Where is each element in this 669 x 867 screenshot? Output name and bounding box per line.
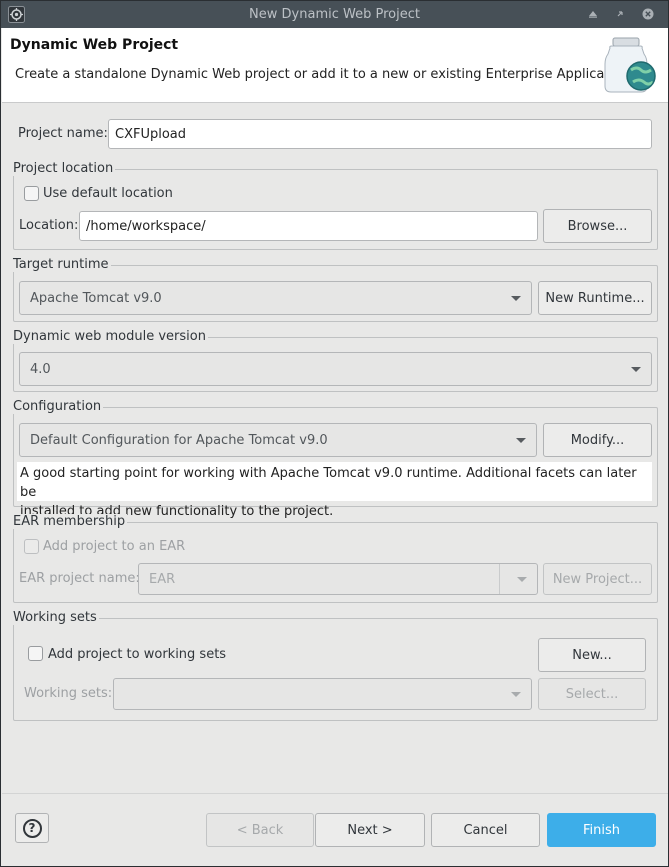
close-icon[interactable]: [640, 6, 656, 22]
dropdown-arrow-icon: [631, 367, 641, 372]
add-to-working-sets-checkbox[interactable]: [28, 646, 43, 661]
configuration-title: Configuration: [13, 399, 104, 414]
use-default-location-label: Use default location: [43, 186, 173, 201]
window-title: New Dynamic Web Project: [249, 7, 420, 22]
next-button[interactable]: Next >: [315, 813, 425, 847]
configuration-value: Default Configuration for Apache Tomcat …: [30, 432, 328, 448]
configuration-select[interactable]: Default Configuration for Apache Tomcat …: [19, 423, 537, 457]
select-working-sets-button[interactable]: Select...: [538, 678, 646, 710]
new-ear-project-button[interactable]: New Project...: [543, 563, 652, 595]
project-name-input[interactable]: CXFUpload: [108, 119, 652, 149]
module-version-select[interactable]: 4.0: [19, 352, 652, 386]
location-input[interactable]: /home/workspace/: [79, 211, 538, 241]
working-sets-select[interactable]: [113, 678, 532, 710]
use-default-location-checkbox[interactable]: [24, 186, 39, 201]
back-button[interactable]: < Back: [206, 813, 314, 847]
title-bar[interactable]: New Dynamic Web Project: [1, 1, 668, 28]
browse-button[interactable]: Browse...: [543, 209, 652, 243]
new-runtime-button[interactable]: New Runtime...: [538, 281, 652, 315]
add-to-ear-label: Add project to an EAR: [43, 539, 186, 554]
target-runtime-select[interactable]: Apache Tomcat v9.0: [19, 281, 532, 315]
ear-membership-title: EAR membership: [13, 514, 128, 529]
jar-globe-icon: [604, 37, 656, 93]
target-runtime-title: Target runtime: [13, 257, 111, 272]
dropdown-arrow-icon: [511, 296, 521, 301]
banner-description: Create a standalone Dynamic Web project …: [15, 67, 634, 82]
ear-project-name-label: EAR project name:: [19, 571, 140, 586]
dropdown-arrow-icon: [511, 692, 521, 697]
keep-above-icon[interactable]: [585, 6, 601, 22]
location-label: Location:: [19, 218, 79, 233]
modify-button[interactable]: Modify...: [543, 423, 652, 457]
add-to-working-sets-label: Add project to working sets: [48, 647, 227, 662]
finish-button[interactable]: Finish: [547, 813, 656, 847]
module-version-value: 4.0: [30, 361, 51, 377]
help-button[interactable]: ?: [15, 813, 49, 843]
working-sets-title: Working sets: [13, 610, 99, 625]
configuration-description-line-1: A good starting point for working with A…: [20, 466, 637, 500]
minimize-icon[interactable]: [612, 6, 628, 22]
ear-project-name-value: EAR: [149, 571, 176, 587]
footer-divider: [2, 793, 668, 794]
new-working-set-button[interactable]: New...: [538, 638, 646, 672]
ear-project-name-select[interactable]: EAR: [138, 563, 538, 595]
banner-title: Dynamic Web Project: [10, 37, 179, 53]
project-name-label: Project name:: [18, 126, 108, 141]
target-runtime-value: Apache Tomcat v9.0: [30, 290, 162, 306]
dropdown-arrow-icon: [516, 438, 526, 443]
dialog-window: New Dynamic Web Project Dynamic Web Proj…: [0, 0, 669, 867]
module-version-title: Dynamic web module version: [13, 329, 208, 344]
configuration-description: A good starting point for working with A…: [17, 462, 652, 519]
help-icon: ?: [22, 818, 42, 838]
add-to-ear-checkbox[interactable]: [24, 539, 39, 554]
working-sets-label: Working sets:: [24, 686, 113, 701]
combo-divider: [499, 564, 500, 594]
wizard-banner: Dynamic Web Project Create a standalone …: [2, 28, 668, 103]
dropdown-arrow-icon: [517, 577, 527, 582]
cancel-button[interactable]: Cancel: [431, 813, 540, 847]
project-location-title: Project location: [13, 161, 116, 176]
